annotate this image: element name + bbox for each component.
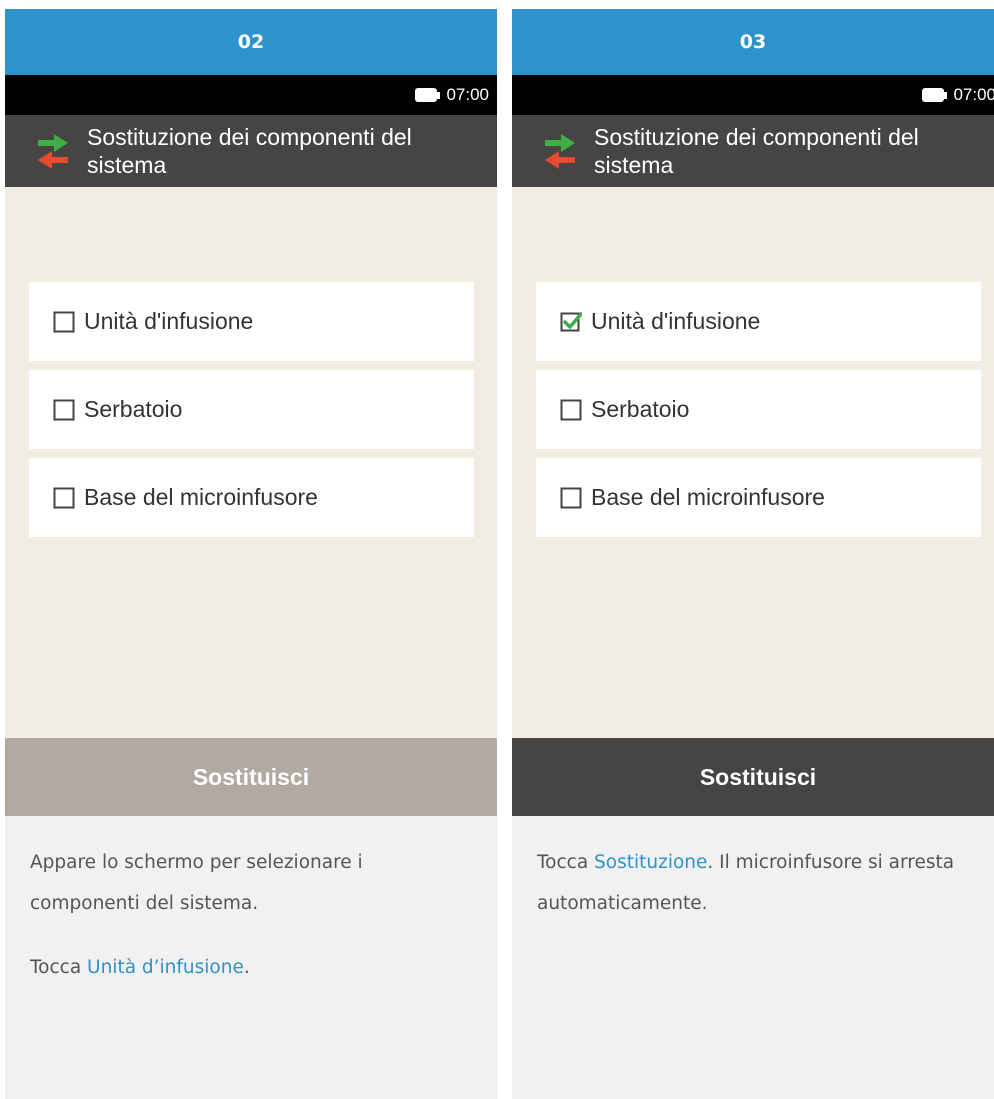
status-bar: 07:00 — [512, 75, 994, 115]
item-label: Unità d'infusione — [591, 308, 761, 334]
list-item-pump-base[interactable]: Base del microinfusore — [536, 458, 981, 537]
step-number-header: 02 — [5, 9, 497, 75]
step-number: 03 — [739, 31, 767, 53]
list-item-pump-base[interactable]: Base del microinfusore — [29, 458, 474, 537]
battery-full-icon — [415, 88, 441, 102]
instruction-suffix: . — [243, 957, 250, 978]
component-list: Unità d'infusione Serbatoio Base del mic… — [29, 282, 474, 546]
description-instruction: Tocca Sostituzione. Il microinfusore si … — [537, 842, 970, 924]
description-text: Appare lo schermo per selezionare i comp… — [30, 852, 363, 914]
step-number-header: 03 — [512, 9, 994, 75]
clock-time: 07:00 — [446, 85, 489, 104]
screen-title: Sostituzione dei componenti del sistema — [87, 124, 412, 178]
device-screen: 07:00 Sostituzione dei componenti del si… — [5, 75, 497, 816]
step-number: 02 — [237, 31, 265, 53]
screen-title-bar: Sostituzione dei componenti del sistema — [5, 115, 497, 187]
item-label: Base del microinfusore — [591, 484, 825, 510]
swap-arrows-icon — [28, 115, 78, 187]
description-instruction: Tocca Unità d’infusione. — [30, 947, 473, 988]
replacement-link[interactable]: Sostituzione — [594, 852, 707, 873]
instruction-text: Tocca — [30, 957, 88, 978]
component-list: Unità d'infusione Serbatoio Base del mic… — [536, 282, 981, 546]
checkbox-unchecked-icon[interactable] — [53, 399, 75, 421]
screen-title: Sostituzione dei componenti del sistema — [594, 124, 919, 178]
battery-full-icon — [922, 88, 948, 102]
swap-arrows-icon — [535, 115, 585, 187]
list-item-infusion-set[interactable]: Unità d'infusione — [29, 282, 474, 361]
list-item-reservoir[interactable]: Serbatoio — [29, 370, 474, 449]
replace-button[interactable]: Sostituisci — [5, 738, 497, 816]
checkbox-unchecked-icon[interactable] — [560, 487, 582, 509]
status-bar: 07:00 — [5, 75, 497, 115]
list-item-infusion-set[interactable]: Unità d'infusione — [536, 282, 981, 361]
checkbox-unchecked-icon[interactable] — [53, 311, 75, 333]
replace-button-label: Sostituisci — [699, 763, 817, 790]
device-screen: 07:00 Sostituzione dei componenti del si… — [512, 75, 994, 816]
item-label: Unità d'infusione — [84, 308, 254, 334]
checkbox-unchecked-icon[interactable] — [53, 487, 75, 509]
list-item-reservoir[interactable]: Serbatoio — [536, 370, 981, 449]
checkbox-checked-icon[interactable] — [560, 311, 582, 333]
clock-time: 07:00 — [953, 85, 994, 104]
step-panel-03: 03 07:00 Sostituzione dei componenti del… — [512, 9, 994, 1099]
step-description: Appare lo schermo per selezionare i comp… — [5, 816, 497, 988]
step-description: Tocca Sostituzione. Il microinfusore si … — [512, 816, 994, 924]
step-panel-02: 02 07:00 Sostituzione dei componenti del… — [5, 9, 497, 1099]
replace-button[interactable]: Sostituisci — [512, 738, 994, 816]
item-label: Serbatoio — [591, 396, 690, 422]
infusion-set-link[interactable]: Unità d’infusione — [87, 957, 244, 978]
instruction-text: Tocca — [537, 852, 595, 873]
item-label: Serbatoio — [84, 396, 183, 422]
screen-title-bar: Sostituzione dei componenti del sistema — [512, 115, 994, 187]
item-label: Base del microinfusore — [84, 484, 318, 510]
replace-button-label: Sostituisci — [192, 763, 310, 790]
checkbox-unchecked-icon[interactable] — [560, 399, 582, 421]
